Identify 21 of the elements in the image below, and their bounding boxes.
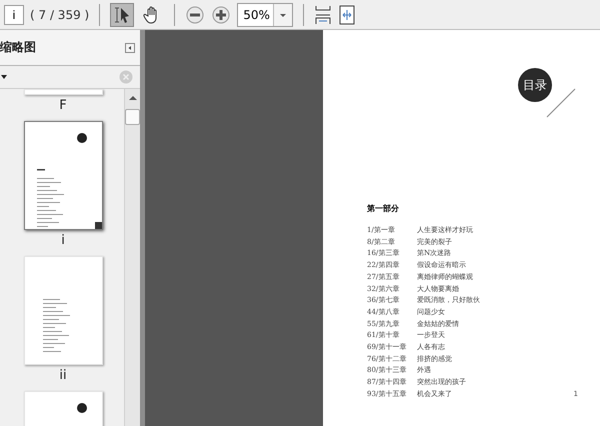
panel-title: 缩略图	[0, 39, 36, 56]
page-number-field[interactable]: i	[4, 4, 24, 24]
fit-page-icon[interactable]	[338, 4, 356, 24]
select-tool-button[interactable]	[110, 2, 134, 26]
zoom-in-button[interactable]	[211, 4, 232, 24]
thumbnail-label: i	[61, 232, 65, 250]
page-count: ( 7 / 359 )	[30, 8, 90, 22]
zoom-out-button[interactable]	[185, 4, 206, 24]
options-caret-icon[interactable]	[1, 74, 7, 80]
scroll-thumb[interactable]	[125, 109, 140, 125]
fit-width-icon[interactable]	[314, 4, 332, 24]
diagonal-line	[546, 88, 576, 118]
thumbnail-label: ii	[59, 367, 67, 385]
page-badge: 目录	[518, 68, 552, 102]
page-thumbnail[interactable]	[24, 121, 102, 230]
thumbnail-label: F	[59, 97, 67, 115]
collapse-icon[interactable]	[125, 42, 135, 52]
section-heading: 第一部分	[367, 203, 400, 214]
scroll-up-icon[interactable]	[128, 95, 136, 101]
scrollbar[interactable]	[124, 89, 140, 426]
zoom-field[interactable]: 50%	[237, 2, 294, 26]
